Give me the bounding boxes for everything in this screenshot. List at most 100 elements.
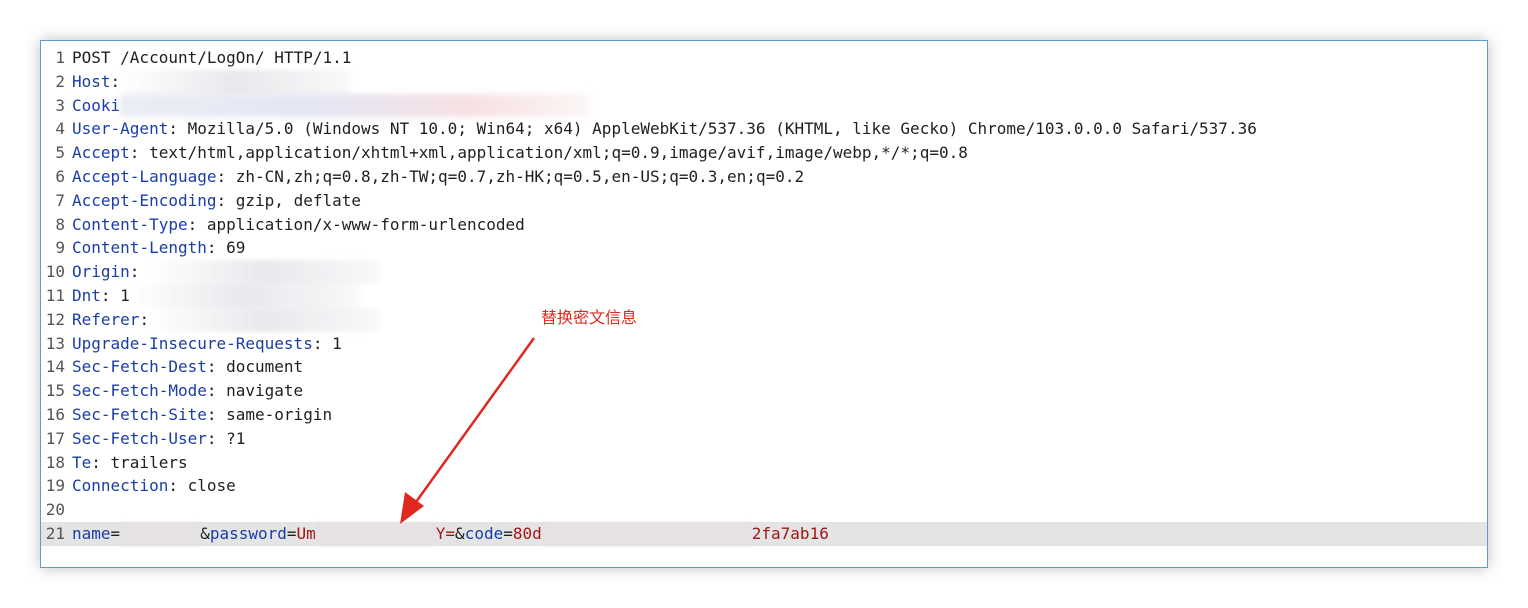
header-name: Host [72, 71, 111, 91]
redacted-value [315, 521, 436, 546]
body-content: name= &password=Um Y=&code=80d 2fa7ab16 [72, 521, 829, 546]
line-number: 4 [55, 119, 65, 139]
redacted-value [149, 307, 380, 332]
request-line[interactable]: 14 Sec-Fetch-Dest: document [41, 355, 1487, 379]
line-content: Content-Type: application/x-www-form-url… [72, 213, 525, 237]
password-value-suffix: Y= [435, 523, 456, 543]
line-content: Origin: [72, 260, 380, 284]
line-number: 6 [55, 166, 65, 186]
header-name: Accept-Language [72, 166, 217, 186]
line-number: 15 [45, 381, 65, 401]
ampersand: & [200, 523, 210, 543]
line-number: 12 [45, 309, 65, 329]
request-line[interactable]: 3 Cooki [41, 93, 1487, 118]
param-name-code: code [464, 523, 504, 543]
request-line[interactable]: 13 Upgrade-Insecure-Requests: 1 [41, 332, 1487, 356]
line-content: Cooki [72, 93, 591, 118]
redacted-value [120, 521, 201, 546]
header-value: : 1 [100, 285, 130, 305]
line-content: Dnt: 1 [72, 283, 360, 308]
line-content: Accept-Encoding: gzip, deflate [72, 189, 361, 213]
equals-sign: = [503, 523, 513, 543]
header-value: : [139, 309, 150, 329]
code-value-prefix: 80d [512, 523, 542, 543]
request-line[interactable]: 9 Content-Length: 69 [41, 236, 1487, 260]
header-name: Referer [72, 309, 140, 329]
header-name: Accept [72, 143, 130, 163]
ampersand: & [455, 523, 465, 543]
request-line[interactable]: 10 Origin: [41, 260, 1487, 284]
header-name: Sec-Fetch-Mode [72, 381, 207, 401]
annotation-label: 替换密文信息 [541, 308, 638, 327]
header-value: : 1 [312, 333, 342, 353]
line-number: 1 [55, 48, 65, 67]
equals-sign: = [110, 523, 121, 543]
request-line[interactable]: 18 Te: trailers [41, 451, 1487, 475]
line-number: 21 [45, 523, 65, 543]
request-line[interactable]: 16 Sec-Fetch-Site: same-origin [41, 403, 1487, 427]
request-line[interactable]: 8 Content-Type: application/x-www-form-ur… [41, 213, 1487, 237]
line-content: Referer: [72, 307, 380, 332]
header-name: User-Agent [72, 119, 169, 139]
header-value: : document [206, 357, 304, 377]
header-value: : gzip, deflate [216, 190, 362, 210]
redacted-value [129, 283, 360, 308]
redacted-value [120, 69, 351, 94]
code-value-suffix: 2fa7ab16 [751, 523, 829, 543]
line-content: Host: [72, 69, 351, 94]
header-value: : [110, 71, 121, 91]
request-line[interactable]: 7 Accept-Encoding: gzip, deflate [41, 189, 1487, 213]
line-number: 17 [45, 428, 65, 448]
line-content: User-Agent: Mozilla/5.0 (Windows NT 10.0… [72, 117, 1257, 141]
header-name: Cooki [72, 95, 121, 115]
header-name: Sec-Fetch-Dest [72, 357, 207, 377]
request-line[interactable]: 19 Connection: close [41, 474, 1487, 498]
line-number: 18 [45, 452, 65, 472]
param-name-password: password [209, 523, 287, 543]
param-name-name: name [72, 523, 111, 543]
header-value: : close [168, 476, 236, 496]
line-content: Connection: close [72, 474, 236, 498]
redacted-value [120, 93, 591, 118]
header-value: : Mozilla/5.0 (Windows NT 10.0; Win64; x… [168, 119, 1257, 139]
line-number: 5 [55, 143, 65, 163]
http-request-editor[interactable]: 1 POST /Account/LogOn/ HTTP/1.1 2 Host: 3 Coo… [40, 40, 1488, 568]
header-value: : zh-CN,zh;q=0.8,zh-TW;q=0.7,zh-HK;q=0.5… [216, 166, 805, 186]
request-body-line[interactable]: 21 name= &password=Um Y=&code=80d 2fa7ab16 [41, 521, 1487, 546]
header-name: Accept-Encoding [72, 190, 217, 210]
line-number: 20 [45, 500, 65, 520]
line-number: 2 [55, 71, 65, 91]
request-line[interactable]: 12 Referer: [41, 307, 1487, 332]
line-number: 8 [55, 214, 65, 234]
request-line[interactable]: 17 Sec-Fetch-User: ?1 [41, 427, 1487, 451]
header-value: : ?1 [206, 428, 246, 448]
request-line[interactable]: 5 Accept: text/html,application/xhtml+xml… [41, 141, 1487, 165]
header-name: Sec-Fetch-User [72, 428, 207, 448]
line-content: Sec-Fetch-Mode: navigate [72, 379, 303, 403]
line-number: 10 [45, 262, 65, 282]
line-number: 16 [45, 404, 65, 424]
request-text-area[interactable]: 1 POST /Account/LogOn/ HTTP/1.1 2 Host: 3 Coo… [41, 46, 1487, 546]
line-content: Sec-Fetch-User: ?1 [72, 427, 245, 451]
line-content: Te: trailers [72, 451, 188, 475]
line-number: 14 [45, 357, 65, 377]
header-name: Content-Length [72, 238, 207, 258]
header-value: : trailers [91, 452, 188, 472]
request-line[interactable]: 11 Dnt: 1 [41, 283, 1487, 308]
request-line[interactable]: 6 Accept-Language: zh-CN,zh;q=0.8,zh-TW;q… [41, 165, 1487, 189]
header-value: : 69 [206, 238, 246, 258]
request-line[interactable]: 2 Host: [41, 69, 1487, 94]
request-line[interactable]: 4 User-Agent: Mozilla/5.0 (Windows NT 10.… [41, 117, 1487, 141]
header-name: Te [72, 452, 92, 472]
line-number: 9 [55, 238, 65, 258]
header-value: : text/html,application/xhtml+xml,applic… [129, 143, 968, 163]
header-name: Dnt [72, 285, 101, 305]
request-line[interactable]: 15 Sec-Fetch-Mode: navigate [41, 379, 1487, 403]
header-value: : same-origin [206, 404, 333, 424]
request-line[interactable]: 1 POST /Account/LogOn/ HTTP/1.1 [41, 46, 1487, 70]
line-number: 11 [45, 285, 65, 305]
request-line[interactable]: 20 [41, 498, 1487, 522]
header-name: Sec-Fetch-Site [72, 404, 207, 424]
password-value-prefix: Um [296, 523, 316, 543]
header-value: : navigate [206, 381, 304, 401]
